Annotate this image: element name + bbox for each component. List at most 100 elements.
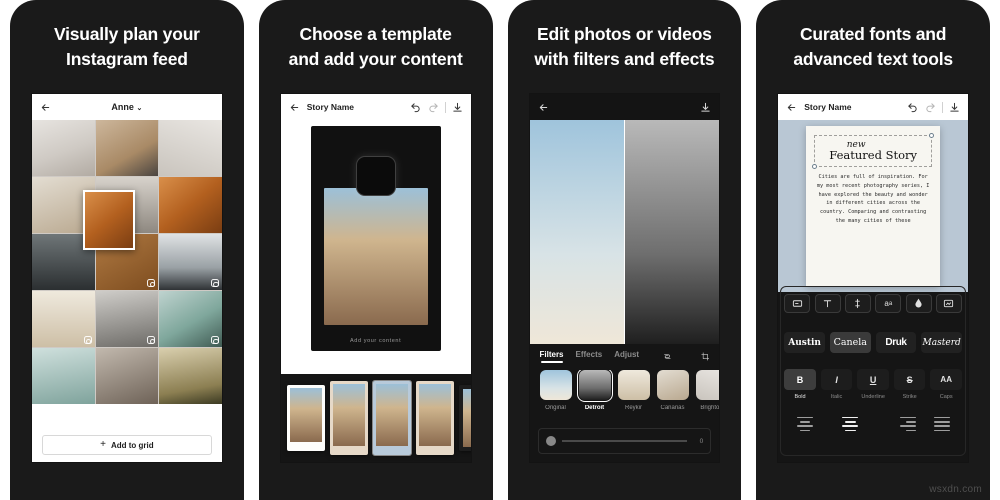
text-type-icon[interactable] bbox=[814, 294, 841, 313]
editor-tabs[interactable]: Filters Effects Adjust bbox=[529, 344, 720, 368]
format-strike[interactable]: S Strike bbox=[893, 369, 926, 400]
grid-cell[interactable] bbox=[95, 291, 159, 347]
download-icon[interactable] bbox=[949, 102, 960, 113]
back-arrow-icon[interactable] bbox=[538, 102, 549, 113]
template-thumbnail[interactable] bbox=[415, 381, 454, 455]
text-align-row[interactable] bbox=[784, 412, 962, 436]
tab-adjust[interactable]: Adjust bbox=[614, 350, 639, 363]
resize-handle-icon[interactable] bbox=[812, 163, 818, 169]
opacity-icon[interactable] bbox=[905, 294, 932, 313]
font-chip-druk[interactable]: Druk bbox=[875, 332, 917, 353]
back-arrow-icon[interactable] bbox=[289, 102, 300, 113]
preview-after[interactable] bbox=[624, 120, 720, 344]
back-arrow-icon[interactable] bbox=[786, 102, 797, 113]
body-text[interactable]: Cities are full of inspiration. For my m… bbox=[814, 173, 932, 227]
template-thumbnail[interactable] bbox=[458, 385, 471, 451]
crop-icon[interactable] bbox=[700, 351, 710, 362]
redo-icon[interactable] bbox=[925, 102, 936, 113]
download-icon[interactable] bbox=[452, 102, 463, 113]
back-arrow-icon[interactable] bbox=[40, 102, 51, 113]
align-left-icon[interactable] bbox=[784, 413, 825, 435]
resize-handle-icon[interactable] bbox=[929, 133, 935, 138]
format-bold[interactable]: B Bold bbox=[784, 369, 816, 400]
story-canvas-area[interactable]: Add your content bbox=[280, 120, 471, 374]
panel-headline: Visually plan your Instagram feed bbox=[53, 24, 200, 69]
screenshot-stage: Visually plan your Instagram feed Anne ⌄ bbox=[0, 0, 1000, 500]
text-box-icon[interactable] bbox=[784, 294, 811, 313]
grid-cell[interactable] bbox=[159, 177, 222, 233]
intensity-slider[interactable]: 0 bbox=[537, 428, 712, 454]
format-label: Strike bbox=[902, 394, 917, 400]
profile-name[interactable]: Anne ⌄ bbox=[32, 102, 222, 112]
grid-cell[interactable] bbox=[159, 120, 222, 176]
text-format-row[interactable]: B Bold I Italic U Underline S Strike AA bbox=[784, 369, 962, 400]
story-name-label[interactable]: Story Name bbox=[804, 102, 851, 112]
filter-item[interactable]: Brighton bbox=[695, 370, 720, 422]
template-thumbnail-selected[interactable] bbox=[371, 380, 412, 456]
grid-cell[interactable] bbox=[159, 234, 222, 290]
selected-grid-cell[interactable] bbox=[83, 190, 136, 250]
undo-icon[interactable] bbox=[410, 102, 421, 113]
template-placeholder-chip[interactable] bbox=[355, 156, 396, 196]
letter-case-icon[interactable]: aa bbox=[875, 294, 902, 313]
format-underline[interactable]: U Underline bbox=[857, 369, 889, 400]
heading-text-box[interactable]: new Featured Story bbox=[812, 133, 935, 169]
undo-icon[interactable] bbox=[907, 102, 918, 113]
redo-icon[interactable] bbox=[428, 102, 439, 113]
filter-item[interactable]: Canarias bbox=[656, 370, 689, 422]
feed-grid[interactable] bbox=[32, 120, 222, 404]
text-background-icon[interactable] bbox=[935, 294, 962, 313]
story-text-card[interactable]: new Featured Story Cities are full of in… bbox=[806, 126, 941, 286]
text-color-icon[interactable] bbox=[844, 294, 871, 313]
format-caps[interactable]: AA Caps bbox=[930, 369, 962, 400]
story-canvas[interactable]: Add your content bbox=[310, 126, 441, 351]
format-italic[interactable]: I Italic bbox=[820, 369, 853, 400]
split-handle[interactable] bbox=[624, 120, 626, 344]
story-name-label[interactable]: Story Name bbox=[307, 102, 354, 112]
filter-thumbnail bbox=[617, 370, 650, 400]
filter-item-selected[interactable]: Detroit bbox=[576, 370, 613, 422]
tab-effects[interactable]: Effects bbox=[576, 350, 603, 363]
align-center-icon[interactable] bbox=[830, 413, 871, 435]
app-bar: Story Name bbox=[778, 94, 968, 120]
panel-choose-template: Choose a template and add your content S… bbox=[258, 0, 493, 500]
slider-track[interactable] bbox=[561, 440, 688, 442]
add-to-grid-button[interactable]: + Add to grid bbox=[42, 435, 212, 455]
grid-cell[interactable] bbox=[95, 120, 159, 176]
preview-before[interactable] bbox=[529, 120, 625, 344]
text-tool-icon-row[interactable]: aa bbox=[784, 294, 962, 313]
panel-headline: Edit photos or videos with filters and e… bbox=[534, 24, 715, 69]
filter-item[interactable]: Reykir bbox=[617, 370, 650, 422]
filter-item[interactable]: Original bbox=[539, 370, 572, 422]
slider-handle[interactable] bbox=[545, 436, 556, 446]
template-photo[interactable] bbox=[323, 188, 428, 325]
grid-cell[interactable] bbox=[159, 348, 222, 404]
font-chip-row[interactable]: Austin Canela Druk Masterd bbox=[784, 332, 962, 353]
grid-cell[interactable] bbox=[95, 348, 159, 404]
template-thumbnail-strip[interactable] bbox=[280, 374, 471, 462]
font-chip-masterd[interactable]: Masterd bbox=[921, 332, 962, 353]
text-canvas[interactable]: new Featured Story Cities are full of in… bbox=[778, 120, 968, 292]
template-thumbnail[interactable] bbox=[329, 381, 368, 455]
template-thumbnail[interactable] bbox=[286, 385, 325, 451]
layers-icon[interactable] bbox=[663, 351, 672, 362]
grid-cell[interactable] bbox=[159, 291, 222, 347]
font-chip-canela[interactable]: Canela bbox=[829, 332, 871, 353]
filter-label: Canarias bbox=[660, 405, 685, 411]
before-after-preview[interactable] bbox=[529, 120, 720, 344]
filter-list[interactable]: Original Detroit Reykir Canarias Brighto… bbox=[530, 370, 720, 422]
grid-cell[interactable] bbox=[32, 348, 95, 404]
chevron-down-icon[interactable]: ⌄ bbox=[136, 105, 142, 112]
align-justify-icon[interactable] bbox=[921, 413, 962, 435]
profile-name-label: Anne bbox=[111, 102, 134, 112]
instagram-badge-icon bbox=[83, 336, 92, 344]
tab-filters[interactable]: Filters bbox=[540, 350, 564, 363]
font-chip-austin[interactable]: Austin bbox=[784, 332, 825, 353]
instagram-badge-icon bbox=[210, 279, 219, 287]
app-bar: Anne ⌄ bbox=[32, 94, 222, 120]
download-icon[interactable] bbox=[700, 102, 711, 113]
align-right-icon[interactable] bbox=[876, 413, 917, 435]
panel-text-tools: Curated fonts and advanced text tools St… bbox=[756, 0, 990, 500]
grid-cell[interactable] bbox=[32, 291, 95, 347]
grid-cell[interactable] bbox=[32, 120, 95, 176]
